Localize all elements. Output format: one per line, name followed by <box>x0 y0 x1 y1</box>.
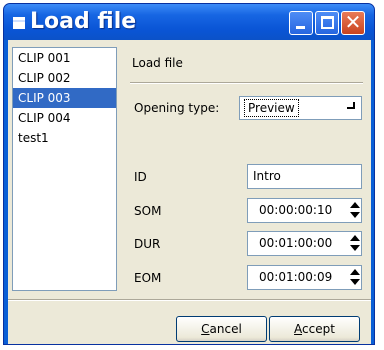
title-bar[interactable]: Load file ✕ <box>4 4 374 40</box>
dur-value: 00:01:00:00 <box>259 236 333 250</box>
eom-spinner[interactable]: 00:01:00:09 <box>247 265 362 290</box>
cancel-mnemonic: C <box>201 322 210 336</box>
accept-label: ccept <box>302 322 335 336</box>
opening-type-select[interactable]: Preview <box>239 96 362 120</box>
cancel-label: ancel <box>209 322 242 336</box>
list-item[interactable]: CLIP 004 <box>13 108 116 128</box>
maximize-button[interactable] <box>315 11 339 35</box>
panel-divider <box>130 82 363 84</box>
close-button[interactable]: ✕ <box>341 10 365 35</box>
spin-up-icon[interactable] <box>349 267 360 277</box>
id-input[interactable]: Intro <box>247 164 362 189</box>
dialog-body: CLIP 001 CLIP 002 CLIP 003 CLIP 004 test… <box>8 40 371 344</box>
cancel-button[interactable]: Cancel <box>176 316 267 342</box>
list-item[interactable]: CLIP 002 <box>13 68 116 88</box>
load-file-window: Load file ✕ CLIP 001 CLIP 002 CLIP 003 C… <box>3 3 375 345</box>
eom-value: 00:01:00:09 <box>259 270 333 284</box>
som-label: SOM <box>134 204 162 218</box>
dur-label: DUR <box>134 237 161 251</box>
accept-button[interactable]: Accept <box>269 316 360 342</box>
chevron-down-icon <box>347 102 355 109</box>
opening-type-value: Preview <box>244 99 299 117</box>
minimize-icon <box>296 26 305 29</box>
spin-down-icon[interactable] <box>349 211 360 221</box>
minimize-button[interactable] <box>289 11 313 35</box>
accept-mnemonic: A <box>294 322 303 336</box>
opening-type-label: Opening type: <box>134 101 220 115</box>
list-item[interactable]: test1 <box>13 128 116 148</box>
id-label: ID <box>134 170 147 184</box>
dur-spinner[interactable]: 00:01:00:00 <box>247 231 362 256</box>
eom-label: EOM <box>134 271 162 285</box>
window-title: Load file <box>30 9 137 34</box>
panel-title: Load file <box>132 56 183 70</box>
spin-down-icon[interactable] <box>349 244 360 254</box>
spin-up-icon[interactable] <box>349 233 360 243</box>
window-icon <box>13 17 25 29</box>
spin-up-icon[interactable] <box>349 200 360 210</box>
footer-divider <box>8 299 371 301</box>
maximize-icon <box>321 16 334 29</box>
list-item-selected[interactable]: CLIP 003 <box>13 88 116 108</box>
spin-down-icon[interactable] <box>349 278 360 288</box>
som-spinner[interactable]: 00:00:00:10 <box>247 198 362 223</box>
list-item[interactable]: CLIP 001 <box>13 48 116 68</box>
clip-list[interactable]: CLIP 001 CLIP 002 CLIP 003 CLIP 004 test… <box>12 47 117 291</box>
som-value: 00:00:00:10 <box>259 203 333 217</box>
close-icon: ✕ <box>344 10 362 34</box>
